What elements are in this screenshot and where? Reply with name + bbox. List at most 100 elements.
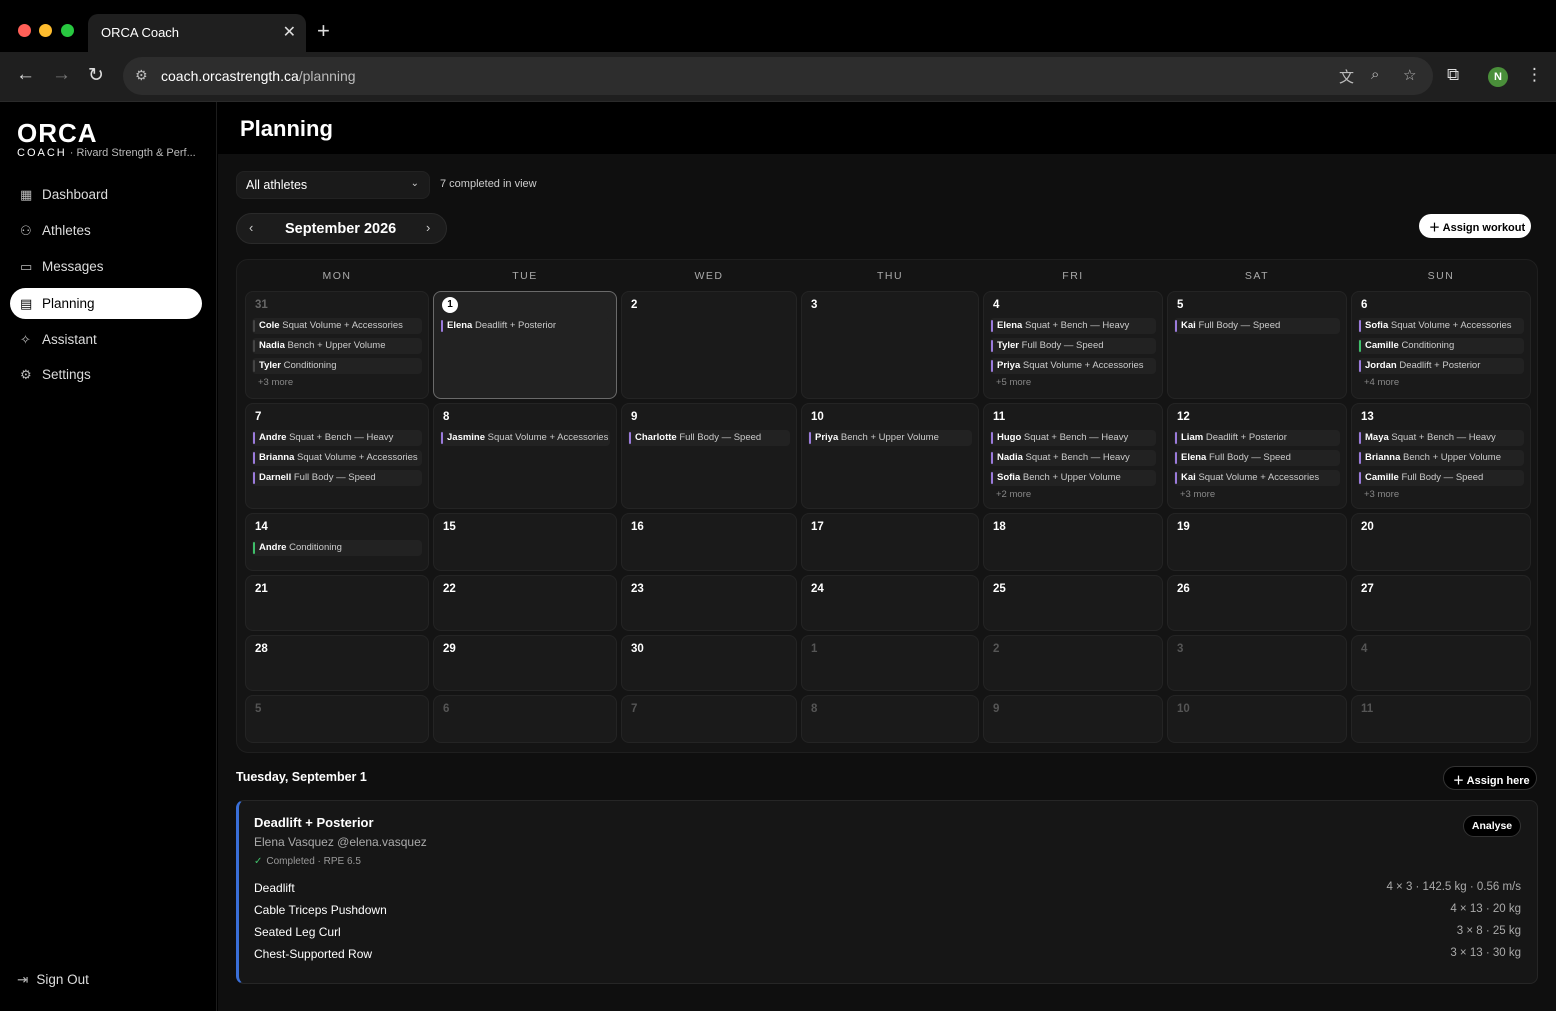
tab-close-icon[interactable]: ✕ [283, 22, 296, 42]
calendar-event[interactable]: Andre Squat + Bench — Heavy [252, 430, 422, 446]
calendar-day-cell[interactable]: 9 [983, 695, 1163, 743]
calendar-event[interactable]: Liam Deadlift + Posterior [1174, 430, 1340, 446]
calendar-day-cell[interactable]: 2 [983, 635, 1163, 691]
calendar-event[interactable]: Brianna Squat Volume + Accessories [252, 450, 422, 466]
forward-icon[interactable]: → [52, 64, 71, 86]
calendar-day-cell[interactable]: 1 [801, 635, 979, 691]
browser-menu-icon[interactable]: ⋮ [1526, 65, 1543, 85]
more-events-link[interactable]: +4 more [1364, 377, 1399, 388]
address-bar[interactable]: ⚙ coach.orcastrength.ca/planning 文 ⌕ ☆ [123, 57, 1433, 95]
calendar-day-cell[interactable]: 4 [1351, 635, 1531, 691]
calendar-event[interactable]: Hugo Squat + Bench — Heavy [990, 430, 1156, 446]
calendar-event[interactable]: Andre Conditioning [252, 540, 422, 556]
prev-month-icon[interactable]: ‹ [249, 220, 253, 235]
calendar-day-cell[interactable]: 7 Andre Squat + Bench — Heavy Brianna Squa… [245, 403, 429, 509]
calendar-event[interactable]: Camille Full Body — Speed [1358, 470, 1524, 486]
calendar-day-cell[interactable]: 31 Cole Squat Volume + Accessories Nadia B… [245, 291, 429, 399]
calendar-day-cell[interactable]: 10 [1167, 695, 1347, 743]
calendar-day-cell[interactable]: 29 [433, 635, 617, 691]
calendar-event[interactable]: Kai Full Body — Speed [1174, 318, 1340, 334]
sidebar-item-planning[interactable]: ▤ Planning [10, 288, 202, 319]
calendar-event[interactable]: Elena Squat + Bench — Heavy [990, 318, 1156, 334]
calendar-event[interactable]: Camille Conditioning [1358, 338, 1524, 354]
calendar-event[interactable]: Sofia Bench + Upper Volume [990, 470, 1156, 486]
calendar-day-cell[interactable]: 3 [801, 291, 979, 399]
athlete-filter-select[interactable]: All athletes ⌄ [236, 171, 430, 199]
calendar-day-cell[interactable]: 20 [1351, 513, 1531, 571]
calendar-day-cell[interactable]: 25 [983, 575, 1163, 631]
calendar-event[interactable]: Priya Squat Volume + Accessories [990, 358, 1156, 374]
assign-workout-button[interactable]: ＋ Assign workout [1419, 214, 1531, 238]
sidebar-item-settings[interactable]: ⚙ Settings [10, 359, 202, 390]
profile-avatar[interactable]: N [1488, 67, 1508, 87]
calendar-event[interactable]: Tyler Conditioning [252, 358, 422, 374]
calendar-event[interactable]: Kai Squat Volume + Accessories [1174, 470, 1340, 486]
calendar-day-cell[interactable]: 21 [245, 575, 429, 631]
analyse-button[interactable]: Analyse [1463, 815, 1521, 837]
browser-tab[interactable]: ORCA Coach ✕ [88, 14, 306, 52]
calendar-event[interactable]: Tyler Full Body — Speed [990, 338, 1156, 354]
new-tab-icon[interactable]: + [317, 18, 330, 44]
calendar-day-cell[interactable]: 30 [621, 635, 797, 691]
calendar-day-cell[interactable]: 27 [1351, 575, 1531, 631]
calendar-event[interactable]: Cole Squat Volume + Accessories [252, 318, 422, 334]
orca-logo[interactable]: ORCA [17, 118, 98, 149]
calendar-day-cell[interactable]: 3 [1167, 635, 1347, 691]
calendar-day-cell[interactable]: 12 Liam Deadlift + Posterior Elena Full Bo… [1167, 403, 1347, 509]
more-events-link[interactable]: +3 more [1180, 489, 1215, 500]
calendar-day-cell[interactable]: 11 [1351, 695, 1531, 743]
calendar-day-cell[interactable]: 28 [245, 635, 429, 691]
zoom-icon[interactable]: ⌕ [1371, 66, 1379, 83]
more-events-link[interactable]: +3 more [1364, 489, 1399, 500]
calendar-day-cell[interactable]: 8 Jasmine Squat Volume + Accessories [433, 403, 617, 509]
calendar-event[interactable]: Jasmine Squat Volume + Accessories [440, 430, 610, 446]
calendar-day-cell[interactable]: 4 Elena Squat + Bench — Heavy Tyler Full B… [983, 291, 1163, 399]
workout-card[interactable]: Deadlift + Posterior Elena Vasquez @elen… [236, 800, 1538, 984]
calendar-day-cell[interactable]: 17 [801, 513, 979, 571]
calendar-day-cell[interactable]: 23 [621, 575, 797, 631]
sign-out-button[interactable]: ⇥ Sign Out [17, 972, 89, 988]
calendar-day-cell[interactable]: 22 [433, 575, 617, 631]
assign-here-button[interactable]: ＋ Assign here [1443, 766, 1537, 790]
calendar-event[interactable]: Nadia Squat + Bench — Heavy [990, 450, 1156, 466]
more-events-link[interactable]: +2 more [996, 489, 1031, 500]
calendar-event[interactable]: Priya Bench + Upper Volume [808, 430, 972, 446]
calendar-day-cell[interactable]: 1 Elena Deadlift + Posterior [433, 291, 617, 399]
calendar-day-cell[interactable]: 8 [801, 695, 979, 743]
calendar-day-cell[interactable]: 5 Kai Full Body — Speed [1167, 291, 1347, 399]
more-events-link[interactable]: +3 more [258, 377, 293, 388]
calendar-event[interactable]: Elena Deadlift + Posterior [440, 318, 610, 334]
site-settings-icon[interactable]: ⚙ [135, 67, 148, 84]
calendar-day-cell[interactable]: 9 Charlotte Full Body — Speed [621, 403, 797, 509]
more-events-link[interactable]: +5 more [996, 377, 1031, 388]
calendar-day-cell[interactable]: 6 Sofia Squat Volume + Accessories Camille… [1351, 291, 1531, 399]
calendar-event[interactable]: Charlotte Full Body — Speed [628, 430, 790, 446]
calendar-day-cell[interactable]: 7 [621, 695, 797, 743]
calendar-event[interactable]: Nadia Bench + Upper Volume [252, 338, 422, 354]
translate-icon[interactable]: 文 [1339, 66, 1354, 87]
calendar-day-cell[interactable]: 14 Andre Conditioning [245, 513, 429, 571]
next-month-icon[interactable]: › [426, 220, 430, 235]
maximize-window-button[interactable] [61, 24, 74, 37]
sidebar-item-assistant[interactable]: ✧ Assistant [10, 324, 202, 355]
calendar-day-cell[interactable]: 15 [433, 513, 617, 571]
calendar-day-cell[interactable]: 18 [983, 513, 1163, 571]
calendar-day-cell[interactable]: 24 [801, 575, 979, 631]
reload-icon[interactable]: ↻ [88, 64, 104, 87]
calendar-day-cell[interactable]: 2 [621, 291, 797, 399]
extensions-icon[interactable]: ⧉ [1447, 65, 1459, 85]
calendar-event[interactable]: Maya Squat + Bench — Heavy [1358, 430, 1524, 446]
calendar-event[interactable]: Sofia Squat Volume + Accessories [1358, 318, 1524, 334]
sidebar-item-dashboard[interactable]: ▦ Dashboard [10, 179, 202, 210]
bookmark-star-icon[interactable]: ☆ [1403, 66, 1416, 84]
calendar-day-cell[interactable]: 16 [621, 513, 797, 571]
calendar-event[interactable]: Jordan Deadlift + Posterior [1358, 358, 1524, 374]
calendar-day-cell[interactable]: 26 [1167, 575, 1347, 631]
calendar-event[interactable]: Brianna Bench + Upper Volume [1358, 450, 1524, 466]
calendar-day-cell[interactable]: 11 Hugo Squat + Bench — Heavy Nadia Squat … [983, 403, 1163, 509]
calendar-day-cell[interactable]: 6 [433, 695, 617, 743]
calendar-day-cell[interactable]: 13 Maya Squat + Bench — Heavy Brianna Benc… [1351, 403, 1531, 509]
calendar-day-cell[interactable]: 10 Priya Bench + Upper Volume [801, 403, 979, 509]
close-window-button[interactable] [18, 24, 31, 37]
calendar-day-cell[interactable]: 19 [1167, 513, 1347, 571]
